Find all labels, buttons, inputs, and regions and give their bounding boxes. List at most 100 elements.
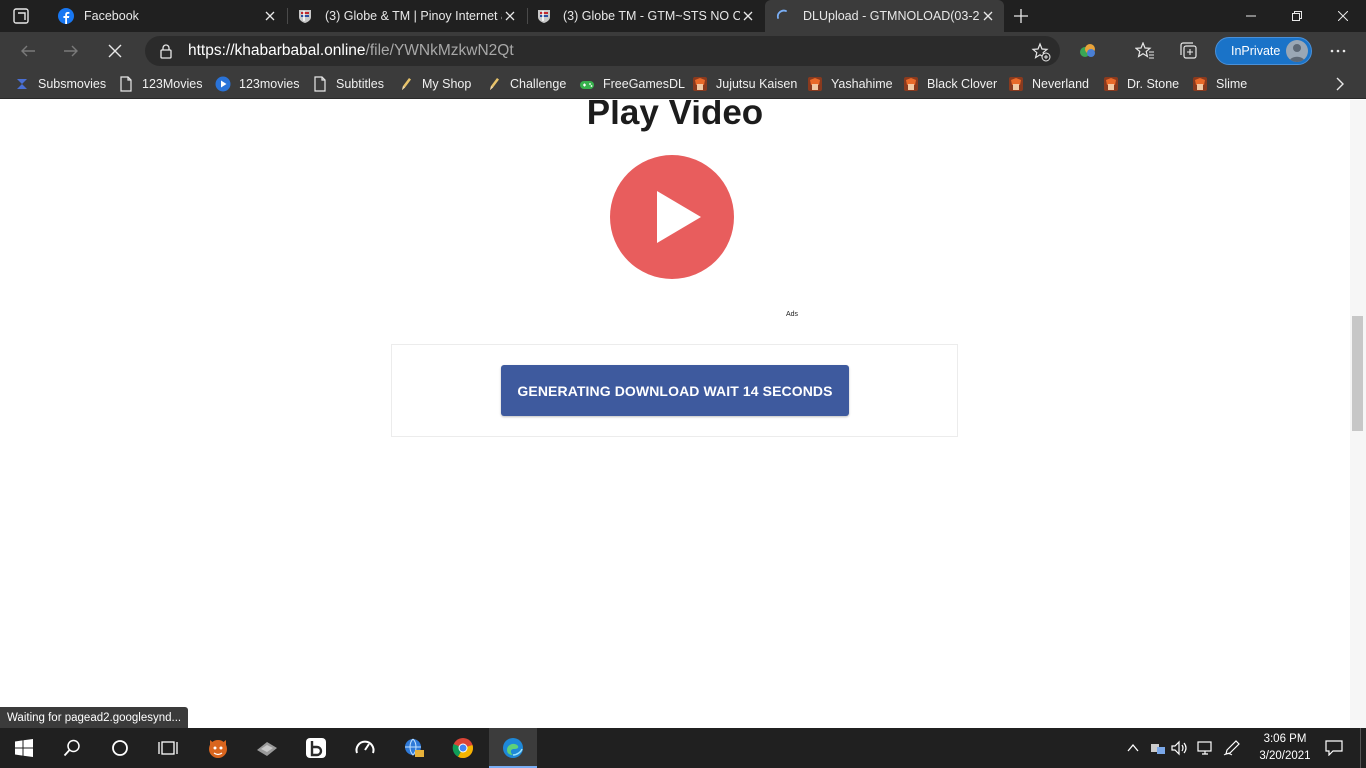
extension-icon[interactable]	[1078, 42, 1098, 60]
back-button[interactable]	[12, 35, 44, 67]
url-host: https://khabarbabal.online	[188, 42, 366, 59]
minimize-button[interactable]	[1228, 0, 1274, 32]
cortana-icon	[112, 740, 128, 756]
close-window-button[interactable]	[1320, 0, 1366, 32]
arrow-right-icon	[64, 45, 78, 57]
loading-spinner-icon	[775, 8, 791, 24]
notifications-button[interactable]	[1318, 728, 1350, 768]
favorite-dr-stone[interactable]: Dr. Stone	[1103, 73, 1179, 95]
windows-icon	[15, 739, 33, 757]
play-icon	[657, 191, 701, 243]
favorite-black-clover[interactable]: Black Clover	[903, 73, 997, 95]
tab-dlupload[interactable]: DLUpload - GTMNOLOAD(03-20	[765, 0, 1004, 32]
start-button[interactable]	[0, 728, 48, 768]
favorite-my-shop[interactable]: My Shop	[398, 73, 471, 95]
search-button[interactable]	[48, 728, 96, 768]
taskbar-app-fox[interactable]	[194, 728, 242, 768]
close-icon[interactable]	[980, 8, 996, 24]
scrollbar-thumb[interactable]	[1352, 316, 1363, 431]
inprivate-button[interactable]: InPrivate	[1215, 37, 1312, 65]
clock[interactable]: 3:06 PM 3/20/2021	[1250, 731, 1320, 765]
fox-app-icon	[209, 740, 227, 758]
network-app-icon	[405, 738, 424, 757]
chevron-right-icon[interactable]	[1333, 76, 1347, 92]
show-hidden-icons-button[interactable]	[1124, 728, 1142, 768]
add-favorite-icon[interactable]	[1031, 42, 1051, 62]
favorite-123movies[interactable]: 123movies	[215, 73, 299, 95]
search-icon	[63, 739, 80, 757]
close-icon[interactable]	[262, 8, 278, 24]
b-app-icon	[306, 738, 326, 758]
close-icon[interactable]	[740, 8, 756, 24]
page-content: Play Video Ads GENERATING DOWNLOAD WAIT …	[0, 100, 1350, 728]
taskbar-app-chrome[interactable]	[439, 728, 487, 768]
task-view-button[interactable]	[144, 728, 192, 768]
anime-icon	[903, 76, 919, 92]
favorites-icon[interactable]	[1135, 42, 1155, 60]
anime-icon	[692, 76, 708, 92]
tab-globe-tm-gtm[interactable]: (3) Globe TM - GTM~STS NO CA	[528, 0, 764, 32]
page-icon	[118, 76, 134, 92]
show-desktop-button[interactable]	[1360, 728, 1366, 768]
forward-button[interactable]	[55, 35, 87, 67]
lock-icon[interactable]	[158, 43, 174, 59]
favorite-label: Yashahime	[831, 77, 893, 91]
favorite-label: Challenge	[510, 77, 567, 91]
taskbar-app-grey[interactable]	[243, 728, 291, 768]
favorite-label: 123movies	[239, 77, 300, 91]
play-video-button[interactable]	[610, 155, 734, 279]
more-options-icon[interactable]	[1328, 42, 1348, 60]
chevron-up-icon	[1127, 743, 1139, 752]
volume-icon	[1171, 740, 1187, 756]
arrow-left-icon	[21, 45, 35, 57]
favorite-yashahime[interactable]: Yashahime	[807, 73, 893, 95]
favorite-challenge[interactable]: Challenge	[486, 73, 566, 95]
inprivate-label: InPrivate	[1231, 44, 1281, 58]
favorite-label: Subtitles	[336, 77, 384, 91]
notification-icon	[1325, 740, 1343, 756]
new-tab-button[interactable]	[1010, 6, 1032, 26]
favorite-label: Black Clover	[927, 77, 998, 91]
favorite-neverland[interactable]: Neverland	[1008, 73, 1089, 95]
page-title: Play Video	[586, 100, 764, 132]
favorite-freegamesdl[interactable]: FreeGamesDL	[579, 73, 685, 95]
favorite-label: Neverland	[1032, 77, 1089, 91]
network-icon	[1197, 741, 1212, 755]
anime-icon	[1103, 76, 1119, 92]
tab-actions-icon[interactable]	[10, 6, 32, 26]
stop-loading-button[interactable]	[99, 35, 131, 67]
favorite-subtitles[interactable]: Subtitles	[312, 73, 384, 95]
favorite-123movies-page[interactable]: 123Movies	[118, 73, 202, 95]
close-icon	[1338, 11, 1348, 21]
url-text[interactable]: https://khabarbabal.online/file/YWNkMzkw…	[188, 42, 514, 60]
tab-globe-tm-pinoy[interactable]: (3) Globe & TM | Pinoy Internet a	[288, 0, 526, 32]
taskbar-app-edge[interactable]	[489, 728, 537, 768]
favorite-label: Slime	[1216, 77, 1248, 91]
device-icon	[1151, 744, 1165, 754]
taskbar-app-network[interactable]	[390, 728, 438, 768]
pencil-icon	[486, 76, 502, 92]
chrome-icon	[452, 738, 473, 759]
restore-icon	[1292, 11, 1302, 21]
pen-button[interactable]	[1222, 728, 1242, 768]
tray-device-icon[interactable]	[1148, 728, 1168, 768]
favorite-slime[interactable]: Slime	[1192, 73, 1247, 95]
collections-icon[interactable]	[1179, 42, 1199, 60]
favorite-label: FreeGamesDL	[603, 77, 685, 91]
favorite-label: Jujutsu Kaisen	[716, 77, 798, 91]
ads-label: Ads	[786, 311, 799, 318]
network-button[interactable]	[1195, 728, 1215, 768]
play-circle-icon	[215, 76, 231, 92]
tab-facebook[interactable]: Facebook	[48, 0, 286, 32]
volume-button[interactable]	[1170, 728, 1190, 768]
download-button[interactable]: GENERATING DOWNLOAD WAIT 14 SECONDS	[501, 365, 849, 416]
cortana-button[interactable]	[96, 728, 144, 768]
subs-icon	[14, 76, 30, 92]
favorite-subsmovies[interactable]: Subsmovies	[14, 73, 106, 95]
taskbar-app-speed[interactable]	[341, 728, 389, 768]
favorite-jujutsu-kaisen[interactable]: Jujutsu Kaisen	[692, 73, 797, 95]
restore-button[interactable]	[1274, 0, 1320, 32]
close-icon[interactable]	[502, 8, 518, 24]
pencil-icon	[398, 76, 414, 92]
taskbar-app-bandicam[interactable]	[292, 728, 340, 768]
